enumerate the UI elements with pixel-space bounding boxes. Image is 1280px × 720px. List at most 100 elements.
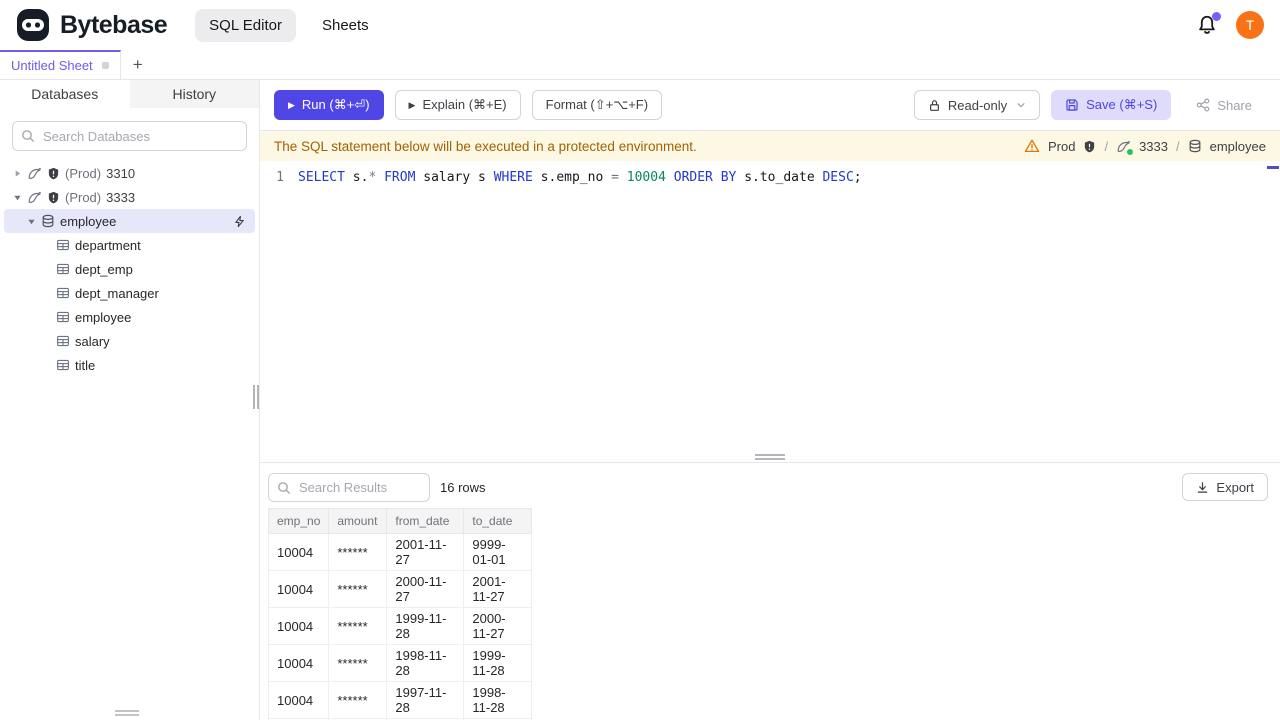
environment-label: Prod — [1047, 138, 1076, 154]
instance-name: 3310 — [106, 165, 136, 181]
table-name: title — [75, 357, 96, 373]
search-icon — [21, 129, 35, 143]
caret-down-icon[interactable] — [12, 193, 22, 202]
results-search — [268, 472, 430, 502]
database-tree: (Prod) 3310 (Prod) 3333 employee departm… — [0, 161, 259, 377]
workspace: Databases History (Prod) 3310 — [0, 80, 1280, 720]
save-icon — [1065, 98, 1079, 112]
table-icon — [56, 286, 70, 300]
sql-editor[interactable]: 1 SELECT s.* FROM salary s WHERE s.emp_n… — [260, 161, 1280, 462]
connect-bolt-icon[interactable] — [233, 215, 246, 228]
result-cell: ****** — [328, 681, 388, 719]
search-databases-input[interactable] — [12, 121, 247, 151]
result-cell: 10004 — [267, 570, 330, 608]
database-row-employee[interactable]: employee — [4, 209, 255, 233]
instance-name: 3333 — [106, 189, 136, 205]
explain-button[interactable]: ▶ Explain (⌘+E) — [394, 90, 521, 120]
top-bar: Bytebase SQL Editor Sheets T — [0, 0, 1280, 50]
table-row[interactable]: 10004 ****** 2001-11-27 9999-01-01 — [267, 533, 533, 571]
readonly-mode-button[interactable]: Read-only — [913, 90, 1041, 120]
table-row[interactable]: 10004 ****** 1999-11-28 2000-11-27 — [267, 607, 533, 645]
sheet-tab-strip: Untitled Sheet + — [0, 50, 1280, 80]
table-name: department — [75, 237, 141, 253]
nav-sql-editor[interactable]: SQL Editor — [195, 8, 296, 42]
sql-token: salary s — [415, 170, 494, 185]
sheet-tab-untitled[interactable]: Untitled Sheet — [0, 50, 121, 79]
sql-token: s. — [344, 170, 369, 185]
result-cell: 2001-11-27 — [463, 570, 533, 608]
results-table: emp_no amount from_date to_date 10004 ******… — [267, 508, 533, 720]
mysql-icon — [27, 190, 42, 205]
search-results-input[interactable] — [268, 472, 430, 502]
table-row-item[interactable]: dept_manager — [0, 281, 259, 305]
instance-row-3333[interactable]: (Prod) 3333 — [0, 185, 259, 209]
caret-right-icon[interactable] — [12, 169, 22, 178]
top-bar-right: T — [1196, 11, 1264, 39]
editor-toolbar: ▶ Run (⌘+⏎) ▶ Explain (⌘+E) Format (⇧+⌥+… — [260, 80, 1280, 131]
table-row[interactable]: 10004 ****** 1998-11-28 1999-11-28 — [267, 644, 533, 682]
sql-token: 10004 — [626, 170, 666, 185]
result-cell: 1998-11-28 — [463, 681, 533, 719]
result-cell: 10004 — [267, 607, 330, 645]
database-search — [12, 121, 247, 151]
run-button[interactable]: ▶ Run (⌘+⏎) — [274, 90, 384, 120]
table-row-item[interactable]: employee — [0, 305, 259, 329]
instance-env-label: (Prod) — [65, 189, 102, 205]
column-header-from_date[interactable]: from_date — [386, 508, 465, 534]
export-button[interactable]: Export — [1182, 473, 1268, 501]
table-icon — [56, 334, 70, 348]
results-resize-handle[interactable] — [755, 454, 785, 460]
database-name: employee — [60, 213, 117, 229]
share-button[interactable]: Share — [1182, 90, 1266, 120]
table-row-item[interactable]: dept_emp — [0, 257, 259, 281]
result-cell: ****** — [328, 644, 388, 682]
banner-message: The SQL statement below will be executed… — [274, 138, 697, 154]
connection-breadcrumb: Prod / 3333 / employee — [1024, 138, 1266, 155]
instance-row-3310[interactable]: (Prod) 3310 — [0, 161, 259, 185]
table-name: dept_emp — [75, 261, 133, 277]
result-cell: 2000-11-27 — [463, 607, 533, 645]
sidebar-bottom-handle[interactable] — [115, 710, 139, 716]
notifications-button[interactable] — [1196, 12, 1221, 36]
table-name: employee — [75, 309, 132, 325]
table-row-item[interactable]: department — [0, 233, 259, 257]
play-icon: ▶ — [408, 99, 416, 110]
result-cell: ****** — [328, 570, 388, 608]
table-row[interactable]: 10004 ****** 1997-11-28 1998-11-28 — [267, 681, 533, 719]
result-cell: ****** — [328, 533, 388, 571]
avatar[interactable]: T — [1236, 11, 1264, 39]
download-icon — [1196, 481, 1209, 494]
nav-sheets[interactable]: Sheets — [308, 9, 383, 42]
sql-token: ; — [853, 170, 862, 185]
table-row[interactable]: 10004 ****** 2000-11-27 2001-11-27 — [267, 570, 533, 608]
database-crumb[interactable]: employee — [1210, 139, 1266, 154]
new-sheet-button[interactable]: + — [121, 50, 155, 79]
row-count: 16 rows — [440, 479, 486, 495]
table-row-item[interactable]: salary — [0, 329, 259, 353]
results-panel: 16 rows Export emp_noamountfrom_dateto_d… — [260, 462, 1280, 720]
column-header-emp_no[interactable]: emp_no — [267, 508, 330, 534]
sql-token: = — [611, 170, 619, 185]
column-header-amount[interactable]: amount — [328, 508, 388, 534]
save-button[interactable]: Save (⌘+S) — [1051, 90, 1172, 120]
mysql-icon — [27, 166, 42, 181]
tab-databases[interactable]: Databases — [0, 80, 130, 108]
breadcrumb-slash: / — [1104, 138, 1109, 154]
sql-token: FROM — [384, 170, 416, 185]
warning-triangle-icon — [1024, 138, 1040, 154]
instance-crumb[interactable]: 3333 — [1139, 139, 1168, 154]
tab-history[interactable]: History — [130, 80, 260, 108]
chevron-down-icon — [1016, 100, 1026, 110]
shield-icon — [47, 167, 60, 180]
breadcrumb-slash: / — [1176, 138, 1180, 154]
format-button[interactable]: Format (⇧+⌥+F) — [531, 90, 663, 120]
column-header-to_date[interactable]: to_date — [463, 508, 533, 534]
table-row-item[interactable]: title — [0, 353, 259, 377]
result-cell: 1999-11-28 — [463, 644, 533, 682]
caret-down-icon[interactable] — [26, 217, 36, 226]
brand-logo-group[interactable]: Bytebase — [16, 8, 168, 42]
result-cell: 2000-11-27 — [386, 570, 465, 608]
table-icon — [56, 358, 70, 372]
sidebar-resize-handle[interactable] — [253, 385, 259, 409]
